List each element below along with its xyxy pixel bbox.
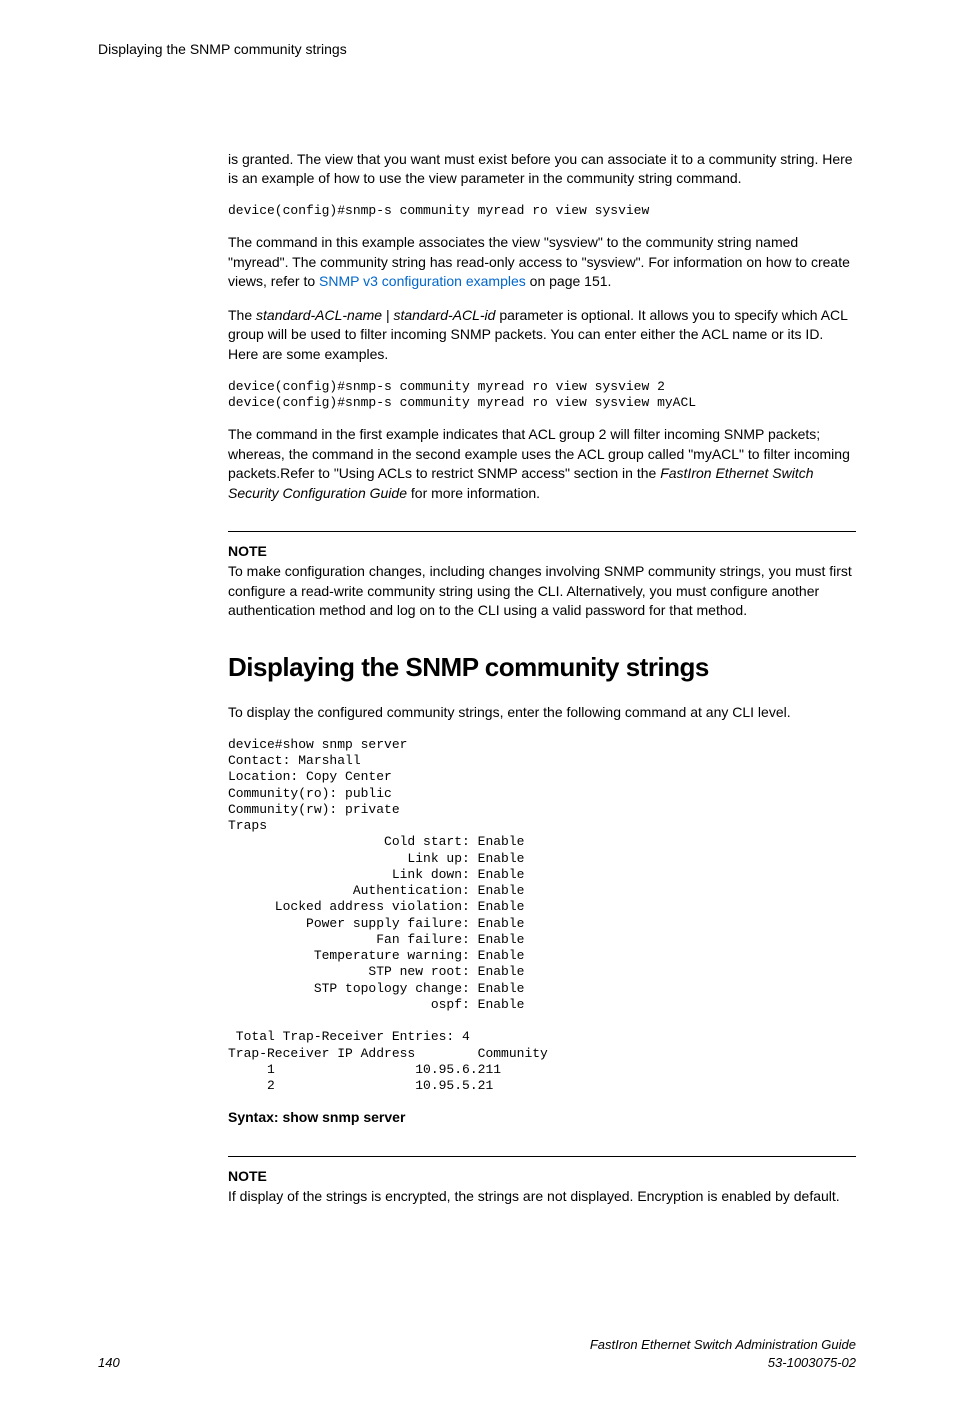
section-heading: Displaying the SNMP community strings bbox=[228, 649, 856, 685]
para4-b: for more information. bbox=[407, 485, 540, 501]
para3-a: The bbox=[228, 307, 256, 323]
paragraph-2: The command in this example associates t… bbox=[228, 233, 856, 292]
paragraph-5: To display the configured community stri… bbox=[228, 703, 856, 723]
syntax-line: Syntax: show snmp server bbox=[228, 1108, 856, 1128]
note-1-body: To make configuration changes, including… bbox=[228, 562, 856, 621]
code-block-1: device(config)#snmp-s community myread r… bbox=[228, 203, 856, 219]
para3-b: | bbox=[382, 307, 393, 323]
page-header: Displaying the SNMP community strings bbox=[98, 40, 856, 60]
code-block-2: device(config)#snmp-s community myread r… bbox=[228, 379, 856, 412]
note-2-label: NOTE bbox=[228, 1167, 856, 1187]
paragraph-4: The command in the first example indicat… bbox=[228, 425, 856, 503]
para2-text-b: on page 151. bbox=[526, 273, 612, 289]
note-2-rule bbox=[228, 1156, 856, 1157]
intro-paragraph: is granted. The view that you want must … bbox=[228, 150, 856, 189]
page-number: 140 bbox=[98, 1354, 120, 1372]
para3-em2: standard-ACL-id bbox=[394, 307, 496, 323]
code-block-3: device#show snmp server Contact: Marshal… bbox=[228, 737, 856, 1095]
note-1-label: NOTE bbox=[228, 542, 856, 562]
footer-doc-title: FastIron Ethernet Switch Administration … bbox=[590, 1336, 856, 1354]
footer-right: FastIron Ethernet Switch Administration … bbox=[590, 1336, 856, 1372]
para3-em1: standard-ACL-name bbox=[256, 307, 382, 323]
snmp-v3-examples-link[interactable]: SNMP v3 configuration examples bbox=[319, 273, 526, 289]
note-2-body: If display of the strings is encrypted, … bbox=[228, 1187, 856, 1207]
footer-doc-number: 53-1003075-02 bbox=[590, 1354, 856, 1372]
note-1-rule bbox=[228, 531, 856, 532]
page-footer: 140 FastIron Ethernet Switch Administrat… bbox=[98, 1336, 856, 1372]
paragraph-3: The standard-ACL-name | standard-ACL-id … bbox=[228, 306, 856, 365]
content-area: is granted. The view that you want must … bbox=[228, 150, 856, 1207]
